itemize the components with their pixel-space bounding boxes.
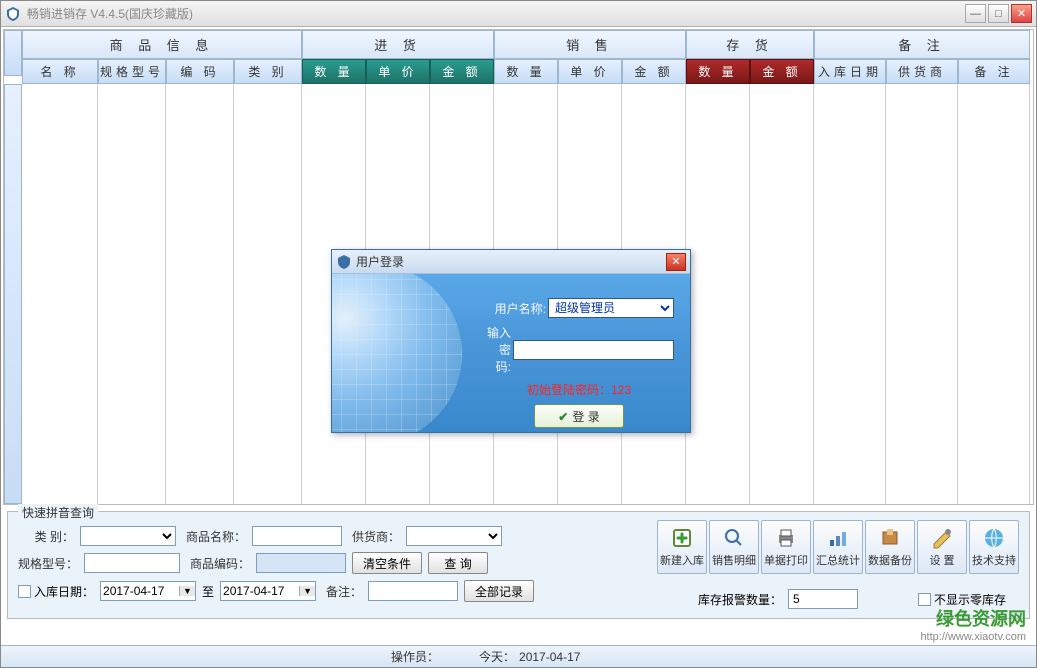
dialog-close-button[interactable]: ✕ (666, 253, 686, 271)
dialog-body: 用户名称: 超级管理员 输入密码: 初始登陆密码：123 登 录 (332, 274, 690, 432)
column-header[interactable]: 数 量 (686, 59, 750, 84)
column-header[interactable]: 单 价 (366, 59, 430, 84)
watermark: 绿色资源网 http://www.xiaotv.com (920, 605, 1026, 643)
stock-alert-input[interactable] (788, 589, 858, 609)
column-header[interactable]: 名 称 (22, 59, 98, 84)
tool-0[interactable]: 新建入库 (657, 520, 707, 574)
row-header-gutter (4, 84, 22, 504)
close-button[interactable]: ✕ (1011, 4, 1032, 23)
login-dialog: 用户登录 ✕ 用户名称: 超级管理员 输入密码: 初始登陆密码：123 登 录 (331, 249, 691, 433)
code-label: 商品编码： (186, 555, 250, 572)
login-button[interactable]: 登 录 (534, 404, 624, 428)
supplier-select[interactable] (406, 526, 502, 546)
query-form: 类 别： 商品名称： 供货商： 规格型号： 商品编码： 清空条件 查 询 入库日… (18, 520, 645, 608)
remark-label: 备注： (322, 583, 362, 600)
search-button[interactable]: 查 询 (428, 552, 488, 574)
today-segment: 今天： 2017-04-17 (479, 648, 580, 665)
column-header[interactable]: 单 价 (558, 59, 622, 84)
window-title: 畅销进销存 V4.4.5(国庆珍藏版) (27, 5, 965, 22)
password-label: 输入密码: (484, 324, 511, 375)
app-icon (5, 6, 21, 22)
column-header[interactable]: 金 额 (622, 59, 686, 84)
grid-column (750, 84, 814, 504)
column-header[interactable]: 规格型号 (98, 59, 166, 84)
tool-4[interactable]: 数据备份 (865, 520, 915, 574)
tool-1[interactable]: 销售明细 (709, 520, 759, 574)
indate-checkbox[interactable]: 入库日期： (18, 583, 94, 600)
login-form: 用户名称: 超级管理员 输入密码: 初始登陆密码：123 登 录 (484, 292, 674, 428)
column-header[interactable]: 备 注 (958, 59, 1030, 84)
row-header-corner (4, 30, 22, 76)
operator-segment: 操作员： (391, 648, 439, 665)
column-header[interactable]: 数 量 (494, 59, 558, 84)
date-to-input[interactable]: ▼ (220, 581, 316, 601)
tool-2[interactable]: 单据打印 (761, 520, 811, 574)
stock-alert-label: 库存报警数量： (698, 591, 782, 608)
maximize-button[interactable]: □ (988, 4, 1009, 23)
remark-input[interactable] (368, 581, 458, 601)
column-header[interactable]: 编 码 (166, 59, 234, 84)
statusbar: 操作员： 今天： 2017-04-17 (1, 645, 1036, 667)
stock-alert-row: 库存报警数量： (698, 589, 858, 609)
grid-column (814, 84, 886, 504)
grid-column (886, 84, 958, 504)
column-header[interactable]: 入库日期 (814, 59, 886, 84)
spec-input[interactable] (84, 553, 180, 573)
grid-column (98, 84, 166, 504)
grid-column (686, 84, 750, 504)
dialog-icon (336, 254, 352, 270)
column-header[interactable]: 类 别 (234, 59, 302, 84)
dialog-title: 用户登录 (356, 253, 666, 270)
tool-5[interactable]: 设 置 (917, 520, 967, 574)
query-legend: 快速拼音查询 (18, 504, 98, 521)
code-input[interactable] (256, 553, 346, 573)
grid-column (166, 84, 234, 504)
column-group-header[interactable]: 销 售 (494, 30, 686, 59)
date-to-label: 至 (202, 583, 214, 600)
tool-3[interactable]: 汇总统计 (813, 520, 863, 574)
username-select[interactable]: 超级管理员 (548, 298, 674, 318)
column-group-header[interactable]: 进 货 (302, 30, 494, 59)
tool-6[interactable]: 技术支持 (969, 520, 1019, 574)
column-group-header[interactable]: 备 注 (814, 30, 1030, 59)
password-hint: 初始登陆密码：123 (484, 381, 674, 398)
all-records-button[interactable]: 全部记录 (464, 580, 534, 602)
date-from-input[interactable]: ▼ (100, 581, 196, 601)
column-header[interactable]: 供货商 (886, 59, 958, 84)
grid-header-groups: 商 品 信 息进 货销 售存 货备 注 (22, 30, 1033, 59)
supplier-label: 供货商： (348, 528, 400, 545)
clear-button[interactable]: 清空条件 (352, 552, 422, 574)
grid-column (234, 84, 302, 504)
dialog-titlebar: 用户登录 ✕ (332, 250, 690, 274)
grid-column (22, 84, 98, 504)
main-window: 畅销进销存 V4.4.5(国庆珍藏版) — □ ✕ 商 品 信 息进 货销 售存… (0, 0, 1037, 668)
grid-header-columns: 名 称规格型号编 码类 别数 量单 价金 额数 量单 价金 额数 量金 额入库日… (22, 59, 1033, 84)
column-header[interactable]: 金 额 (750, 59, 814, 84)
grid-column (958, 84, 1030, 504)
column-header[interactable]: 金 额 (430, 59, 494, 84)
column-group-header[interactable]: 商 品 信 息 (22, 30, 302, 59)
product-name-label: 商品名称： (182, 528, 246, 545)
globe-graphic (332, 274, 462, 432)
category-label: 类 别： (18, 528, 74, 545)
category-select[interactable] (80, 526, 176, 546)
password-input[interactable] (513, 340, 674, 360)
titlebar: 畅销进销存 V4.4.5(国庆珍藏版) — □ ✕ (1, 1, 1036, 27)
product-name-input[interactable] (252, 526, 342, 546)
column-header[interactable]: 数 量 (302, 59, 366, 84)
column-group-header[interactable]: 存 货 (686, 30, 814, 59)
minimize-button[interactable]: — (965, 4, 986, 23)
window-controls: — □ ✕ (965, 4, 1032, 23)
username-label: 用户名称: (484, 300, 546, 317)
spec-label: 规格型号： (18, 555, 78, 572)
